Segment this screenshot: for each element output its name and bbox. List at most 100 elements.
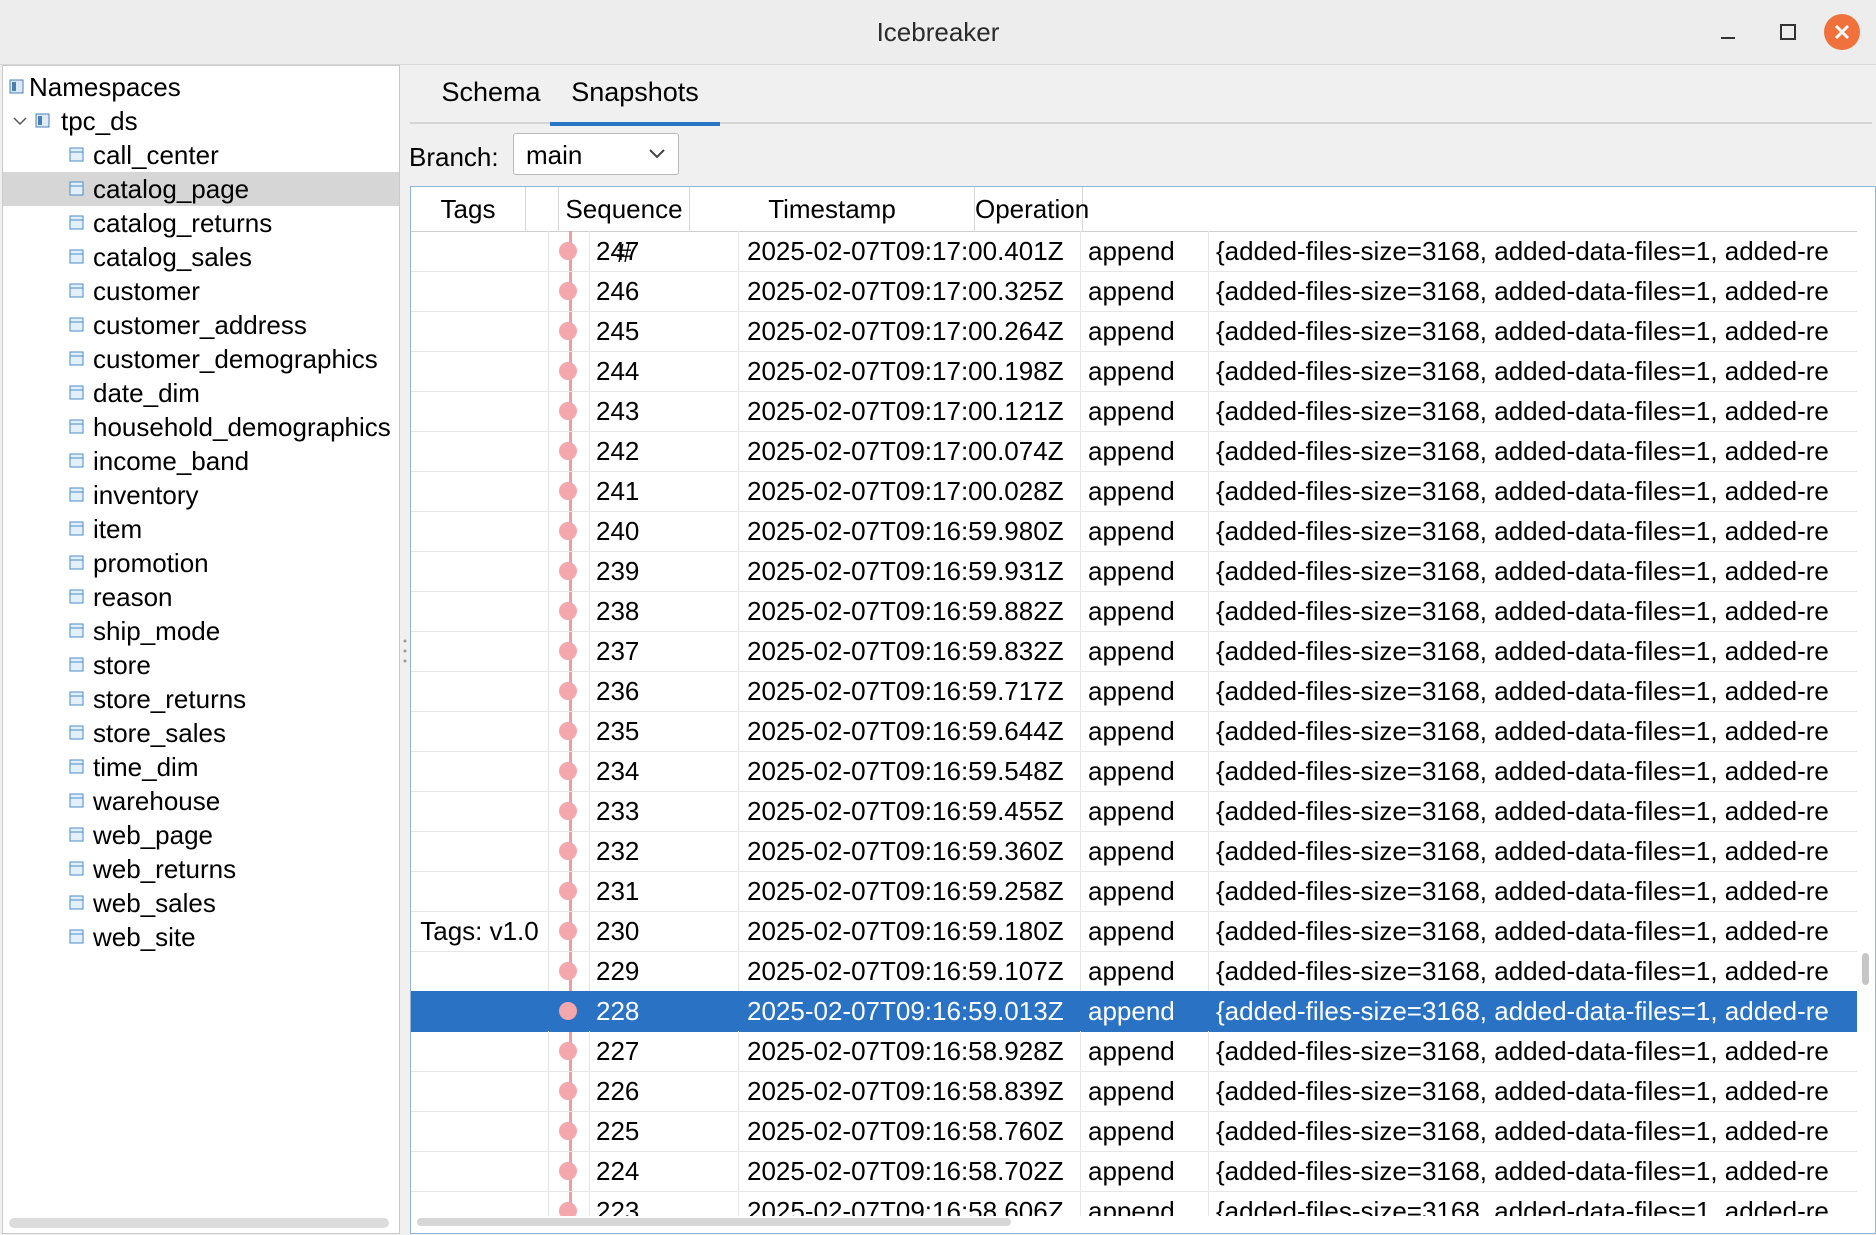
tree-item-table[interactable]: web_page xyxy=(3,818,399,852)
tree-item-table[interactable]: store_sales xyxy=(3,716,399,750)
table-row[interactable]: 237 2025-02-07T09:16:59.832Z append {added-… xyxy=(411,631,1857,672)
table-row[interactable]: 239 2025-02-07T09:16:59.931Z append {added-… xyxy=(411,551,1857,592)
header-operation[interactable]: Operation xyxy=(975,187,1089,231)
cell-summary: {added-files-size=3168, added-data-files… xyxy=(1216,1036,1829,1066)
cell-sequence: 227 xyxy=(589,1031,739,1071)
tree-item-table[interactable]: catalog_page xyxy=(3,172,399,206)
tree-item-table[interactable]: customer_demographics xyxy=(3,342,399,376)
tree-item-table[interactable]: store xyxy=(3,648,399,682)
cell-graph xyxy=(548,231,590,271)
table-row[interactable]: 229 2025-02-07T09:16:59.107Z append {added-… xyxy=(411,951,1857,992)
tab-schema[interactable]: Schema xyxy=(426,66,556,122)
branch-dropdown[interactable]: main xyxy=(513,133,679,175)
chevron-down-icon[interactable] xyxy=(11,112,29,130)
snapshot-dot-icon xyxy=(559,1162,577,1180)
cell-operation: append xyxy=(1082,591,1209,631)
tree-namespace-label: tpc_ds xyxy=(61,106,138,136)
table-row[interactable]: Tags: v1.0 230 2025-02-07T09:16:59.180Z app… xyxy=(411,911,1857,952)
snapshot-dot-icon xyxy=(559,962,577,980)
snapshots-table[interactable]: Tags Sequence # Timestamp Operation 247 2… xyxy=(410,186,1876,1234)
cell-summary: {added-files-size=3168, added-data-files… xyxy=(1216,596,1829,626)
cell-sequence: 223 xyxy=(589,1191,739,1216)
tree-item-table[interactable]: call_center xyxy=(3,138,399,172)
vertical-scrollbar[interactable] xyxy=(1862,953,1869,985)
cell-summary: {added-files-size=3168, added-data-files… xyxy=(1216,1116,1829,1146)
splitter-handle[interactable] xyxy=(402,636,408,666)
table-row[interactable]: 240 2025-02-07T09:16:59.980Z append {added-… xyxy=(411,511,1857,552)
tree-item-table[interactable]: catalog_sales xyxy=(3,240,399,274)
tree-item-table[interactable]: date_dim xyxy=(3,376,399,410)
cell-summary: {added-files-size=3168, added-data-files… xyxy=(1216,636,1829,666)
tree-item-table[interactable]: catalog_returns xyxy=(3,206,399,240)
namespace-tree[interactable]: Namespaces tpc_ds call_center catalog_pag… xyxy=(2,65,400,1234)
tree-item-table[interactable]: web_returns xyxy=(3,852,399,886)
header-tags[interactable]: Tags xyxy=(411,187,526,231)
tree-item-table[interactable]: promotion xyxy=(3,546,399,580)
table-row[interactable]: 224 2025-02-07T09:16:58.702Z append {added-… xyxy=(411,1151,1857,1192)
tree-item-table[interactable]: web_sales xyxy=(3,886,399,920)
maximize-button[interactable] xyxy=(1770,14,1806,50)
tab-snapshots[interactable]: Snapshots xyxy=(550,66,720,126)
table-row[interactable]: 231 2025-02-07T09:16:59.258Z append {added-… xyxy=(411,871,1857,912)
tree-item-table[interactable]: inventory xyxy=(3,478,399,512)
tree-item-table[interactable]: reason xyxy=(3,580,399,614)
cell-graph xyxy=(548,1111,590,1151)
cell-sequence: 237 xyxy=(589,631,739,671)
header-timestamp[interactable]: Timestamp xyxy=(690,187,975,231)
cell-sequence: 247 xyxy=(589,231,739,271)
tree-item-table[interactable]: ship_mode xyxy=(3,614,399,648)
table-row[interactable]: 235 2025-02-07T09:16:59.644Z append {added-… xyxy=(411,711,1857,752)
header-graph[interactable] xyxy=(526,187,559,231)
snapshot-dot-icon xyxy=(559,842,577,860)
close-icon xyxy=(1834,24,1850,40)
tree-item-label: household_demographics xyxy=(93,412,391,442)
tree-item-table[interactable]: household_demographics xyxy=(3,410,399,444)
table-row[interactable]: 233 2025-02-07T09:16:59.455Z append {added-… xyxy=(411,791,1857,832)
tree-item-table[interactable]: store_returns xyxy=(3,682,399,716)
tree-item-table[interactable]: warehouse xyxy=(3,784,399,818)
cell-summary: {added-files-size=3168, added-data-files… xyxy=(1216,836,1829,866)
table-row[interactable]: 241 2025-02-07T09:17:00.028Z append {added-… xyxy=(411,471,1857,512)
tree-item-table[interactable]: web_site xyxy=(3,920,399,954)
table-icon xyxy=(69,555,84,570)
table-row[interactable]: 225 2025-02-07T09:16:58.760Z append {added-… xyxy=(411,1111,1857,1152)
snapshot-dot-icon xyxy=(559,682,577,700)
table-row[interactable]: 234 2025-02-07T09:16:59.548Z append {added-… xyxy=(411,751,1857,792)
table-row[interactable]: 236 2025-02-07T09:16:59.717Z append {added-… xyxy=(411,671,1857,712)
tree-item-table[interactable]: customer xyxy=(3,274,399,308)
table-row[interactable]: 232 2025-02-07T09:16:59.360Z append {added-… xyxy=(411,831,1857,872)
table-row[interactable]: 247 2025-02-07T09:17:00.401Z append {added-… xyxy=(411,231,1857,272)
cell-sequence: 231 xyxy=(589,871,739,911)
table-row[interactable]: 238 2025-02-07T09:16:59.882Z append {added-… xyxy=(411,591,1857,632)
snapshot-dot-icon xyxy=(559,882,577,900)
cell-sequence: 232 xyxy=(589,831,739,871)
table-row[interactable]: 245 2025-02-07T09:17:00.264Z append {added-… xyxy=(411,311,1857,352)
table-row[interactable]: 227 2025-02-07T09:16:58.928Z append {added-… xyxy=(411,1031,1857,1072)
table-row[interactable]: 226 2025-02-07T09:16:58.839Z append {added-… xyxy=(411,1071,1857,1112)
table-row[interactable]: 228 2025-02-07T09:16:59.013Z append {added-… xyxy=(411,991,1857,1032)
minimize-button[interactable] xyxy=(1710,14,1746,50)
cell-sequence: 236 xyxy=(589,671,739,711)
header-sequence[interactable]: Sequence # xyxy=(559,187,690,268)
tree-namespace-tpc-ds[interactable]: tpc_ds xyxy=(3,104,399,138)
cell-sequence: 244 xyxy=(589,351,739,391)
tree-item-table[interactable]: customer_address xyxy=(3,308,399,342)
cell-tags: Tags: v1.0 xyxy=(420,916,539,946)
horizontal-scrollbar[interactable] xyxy=(9,1218,389,1228)
table-row[interactable]: 246 2025-02-07T09:17:00.325Z append {added-… xyxy=(411,271,1857,312)
header-summary[interactable] xyxy=(1083,187,1857,231)
table-icon xyxy=(69,521,84,536)
close-button[interactable] xyxy=(1824,14,1860,50)
tree-item-table[interactable]: item xyxy=(3,512,399,546)
cell-sequence: 239 xyxy=(589,551,739,591)
table-row[interactable]: 242 2025-02-07T09:17:00.074Z append {added-… xyxy=(411,431,1857,472)
tree-item-table[interactable]: income_band xyxy=(3,444,399,478)
cell-summary: {added-files-size=3168, added-data-files… xyxy=(1216,516,1829,546)
table-row[interactable]: 223 2025-02-07T09:16:58.606Z append {added-… xyxy=(411,1191,1857,1216)
tree-item-table[interactable]: time_dim xyxy=(3,750,399,784)
tree-root-namespaces[interactable]: Namespaces xyxy=(3,70,399,104)
horizontal-scrollbar[interactable] xyxy=(417,1218,1011,1226)
table-row[interactable]: 244 2025-02-07T09:17:00.198Z append {added-… xyxy=(411,351,1857,392)
table-header: Tags Sequence # Timestamp Operation xyxy=(411,187,1857,268)
table-row[interactable]: 243 2025-02-07T09:17:00.121Z append {added-… xyxy=(411,391,1857,432)
